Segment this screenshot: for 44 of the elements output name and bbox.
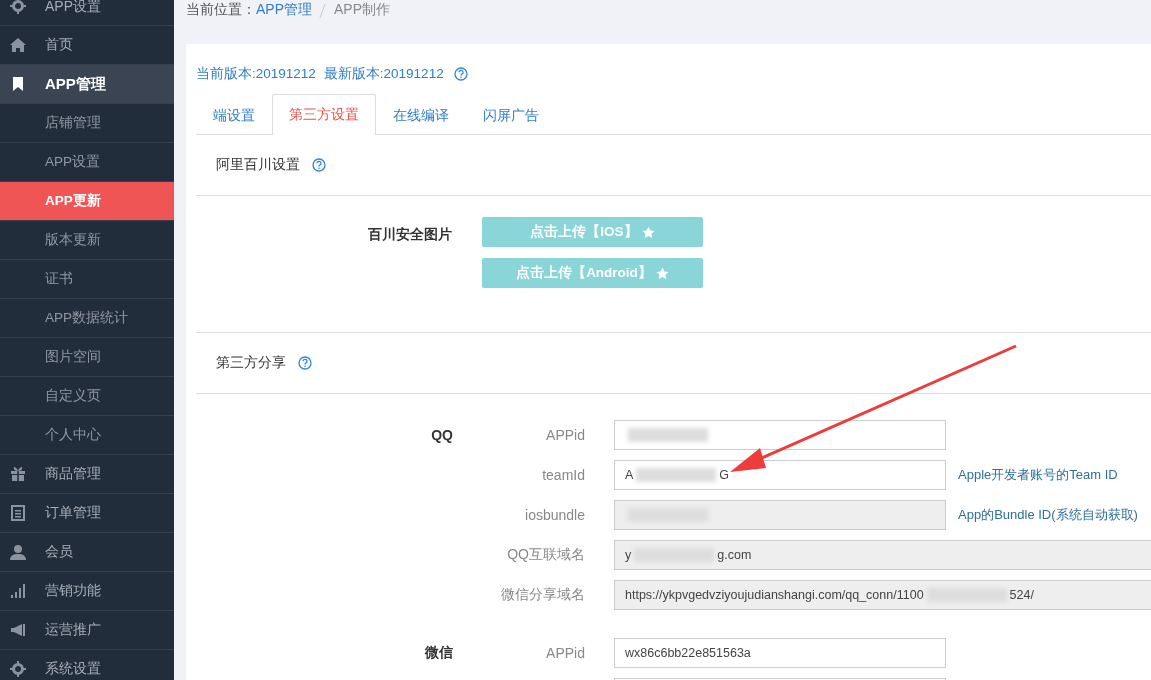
help-icon[interactable] bbox=[298, 356, 312, 370]
help-icon[interactable] bbox=[312, 158, 326, 172]
menu-item[interactable]: APP管理 bbox=[0, 65, 174, 104]
help-icon[interactable] bbox=[453, 67, 468, 81]
breadcrumb-current: APP制作 bbox=[334, 1, 391, 17]
bar-chart-icon bbox=[10, 583, 26, 599]
gift-icon bbox=[10, 466, 26, 482]
field-label: 百川安全图片 bbox=[367, 226, 452, 244]
menu-item[interactable]: APP设置 bbox=[0, 0, 174, 26]
current-version: 当前版本:20191212 bbox=[196, 65, 316, 83]
bookmark-icon bbox=[10, 76, 26, 92]
latest-version: 最新版本:20191212 bbox=[323, 65, 444, 83]
field-label: APPid bbox=[546, 427, 585, 443]
home-icon bbox=[10, 37, 26, 53]
field-label: teamId bbox=[542, 467, 585, 483]
input-field: y g.com bbox=[614, 540, 1151, 570]
input-field[interactable]: wx86c6bb22e851563a bbox=[614, 638, 946, 668]
user-icon bbox=[10, 544, 26, 560]
gear-icon bbox=[10, 661, 26, 677]
field-hint: Apple开发者账号的Team ID bbox=[958, 466, 1118, 484]
megaphone-icon bbox=[10, 622, 26, 638]
star-icon bbox=[641, 225, 655, 239]
section-title: 阿里百川设置 bbox=[216, 156, 300, 174]
input-field[interactable]: A G bbox=[614, 460, 946, 490]
group-label: 微信 bbox=[425, 644, 453, 660]
input-field: https://ykpvgedvziyoujudianshangi.com/qq_conn/1100 524/ bbox=[614, 580, 1151, 610]
tab[interactable]: 闪屏广告 bbox=[466, 95, 556, 135]
list-icon bbox=[10, 505, 26, 521]
breadcrumb-link[interactable]: APP管理 bbox=[256, 1, 312, 17]
gear-icon bbox=[10, 0, 26, 14]
field-label: QQ互联域名 bbox=[507, 546, 585, 562]
field-label: APPid bbox=[546, 645, 585, 661]
star-icon bbox=[655, 266, 669, 280]
tab[interactable]: 第三方设置 bbox=[272, 94, 376, 135]
tab[interactable]: 端设置 bbox=[196, 95, 272, 135]
submenu-item[interactable]: APP更新 bbox=[0, 182, 174, 221]
breadcrumb-label: 当前位置： bbox=[186, 1, 256, 17]
field-label: iosbundle bbox=[525, 507, 585, 523]
section-title: 第三方分享 bbox=[216, 354, 286, 372]
field-hint: App的Bundle ID(系统自动获取) bbox=[958, 506, 1138, 524]
input-field[interactable] bbox=[614, 420, 946, 450]
tab[interactable]: 在线编译 bbox=[376, 95, 466, 135]
group-label: QQ bbox=[431, 427, 453, 443]
field-label: 微信分享域名 bbox=[501, 586, 585, 602]
